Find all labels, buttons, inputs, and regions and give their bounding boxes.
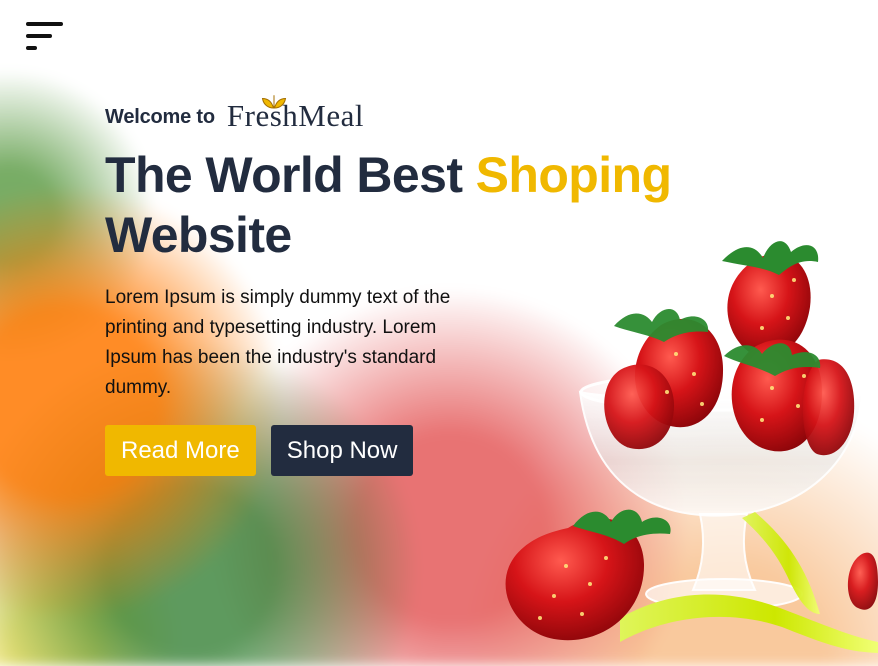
hero-title-part2: Website [105, 207, 292, 263]
welcome-row: Welcome to FreshMeal [105, 95, 765, 133]
hero-title-part1: The World Best [105, 147, 476, 203]
shop-now-button[interactable]: Shop Now [270, 425, 414, 476]
strawberry-edge [847, 552, 878, 610]
measuring-tape-ribbon [620, 594, 878, 653]
brand-wordmark: FreshMeal [226, 98, 364, 133]
menu-icon-bar-1 [26, 22, 63, 26]
welcome-text: Welcome to [105, 106, 215, 128]
hero-title-accent: Shoping [475, 147, 672, 203]
read-more-button[interactable]: Read More [105, 425, 256, 476]
hero-section: Welcome to FreshMeal The World Best Shop… [105, 95, 765, 476]
menu-icon-bar-2 [26, 34, 52, 38]
cta-row: Read More Shop Now [105, 425, 765, 476]
leaf-icon [261, 95, 286, 109]
hero-description: Lorem Ipsum is simply dummy text of the … [105, 287, 451, 398]
hero-title: The World Best Shoping Website [105, 145, 765, 265]
menu-icon-bar-3 [26, 46, 37, 50]
brand-logo: FreshMeal [226, 95, 364, 133]
menu-button[interactable] [26, 22, 66, 52]
